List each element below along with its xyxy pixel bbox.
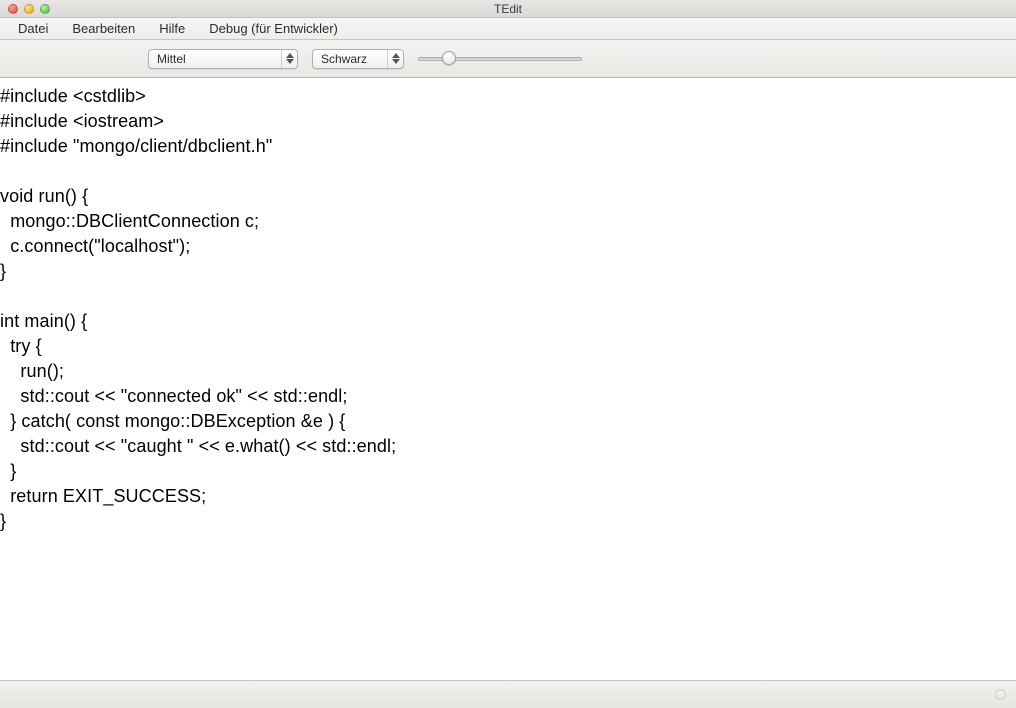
menu-hilfe[interactable]: Hilfe [147,19,197,38]
toolbar: Mittel Schwarz [0,40,1016,78]
color-select[interactable]: Schwarz [312,49,404,69]
menu-datei[interactable]: Datei [6,19,60,38]
app-window: TEdit Datei Bearbeiten Hilfe Debug (für … [0,0,1016,708]
font-size-select-label: Mittel [149,52,194,66]
zoom-slider[interactable] [418,49,582,69]
menu-debug[interactable]: Debug (für Entwickler) [197,19,350,38]
menu-bearbeiten[interactable]: Bearbeiten [60,19,147,38]
font-size-select[interactable]: Mittel [148,49,298,69]
slider-thumb[interactable] [442,51,456,65]
titlebar[interactable]: TEdit [0,0,1016,18]
window-controls [0,4,50,14]
select-stepper-icon [387,50,403,68]
editor-content[interactable]: #include <cstdlib> #include <iostream> #… [0,84,1016,534]
status-indicator-icon [995,689,1006,700]
zoom-icon[interactable] [40,4,50,14]
minimize-icon[interactable] [24,4,34,14]
menubar: Datei Bearbeiten Hilfe Debug (für Entwic… [0,18,1016,40]
editor-area[interactable]: #include <cstdlib> #include <iostream> #… [0,78,1016,680]
window-title: TEdit [0,2,1016,16]
close-icon[interactable] [8,4,18,14]
color-select-label: Schwarz [313,52,375,66]
select-stepper-icon [281,50,297,68]
statusbar [0,680,1016,708]
